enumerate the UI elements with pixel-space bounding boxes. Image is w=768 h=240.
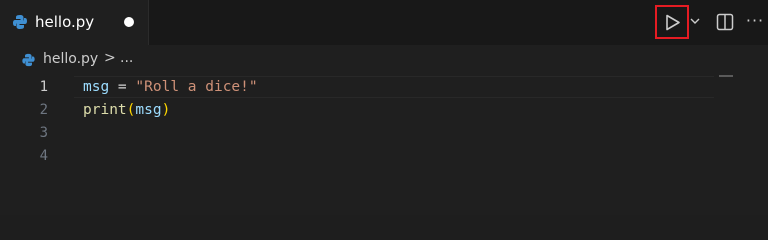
breadcrumb-file[interactable]: hello.py — [43, 51, 98, 68]
split-editor-icon[interactable] — [716, 13, 734, 31]
code-token-paren: ) — [161, 102, 171, 118]
breadcrumb-separator: > — [104, 50, 116, 66]
python-file-icon — [13, 15, 27, 29]
editor-window: hello.py ··· hello.py > ... 1 2 3 4 msg = "… — [0, 0, 768, 215]
breadcrumb: hello.py > ... — [0, 45, 768, 73]
code-line[interactable]: msg = "Roll a dice!" — [83, 76, 258, 99]
code-token-var: msg — [135, 102, 162, 118]
code-token-op: = — [109, 79, 136, 95]
code-line[interactable]: print(msg) — [83, 99, 170, 122]
run-python-file-button[interactable] — [655, 5, 689, 39]
code-token-fn: print — [83, 102, 127, 118]
code-editor[interactable]: 1234 msg = "Roll a dice!" print(msg) — [0, 73, 768, 215]
minimap[interactable] — [719, 75, 733, 77]
code-token-str: "Roll a dice!" — [135, 79, 258, 95]
more-actions-button[interactable]: ··· — [744, 11, 766, 31]
code-token-var: msg — [83, 79, 110, 95]
line-number: 1 — [39, 79, 48, 95]
breadcrumb-symbols[interactable]: ... — [120, 50, 133, 67]
line-number: 4 — [39, 148, 48, 164]
unsaved-dot-icon[interactable] — [124, 17, 134, 27]
line-number: 2 — [39, 102, 48, 118]
python-file-icon — [22, 53, 35, 67]
tab-label: hello.py — [35, 13, 95, 31]
tab-hello-py[interactable]: hello.py — [0, 0, 149, 45]
chevron-down-icon[interactable] — [689, 15, 701, 27]
play-icon — [666, 14, 680, 31]
line-number: 3 — [39, 125, 48, 141]
tab-bar: hello.py ··· — [0, 0, 768, 45]
